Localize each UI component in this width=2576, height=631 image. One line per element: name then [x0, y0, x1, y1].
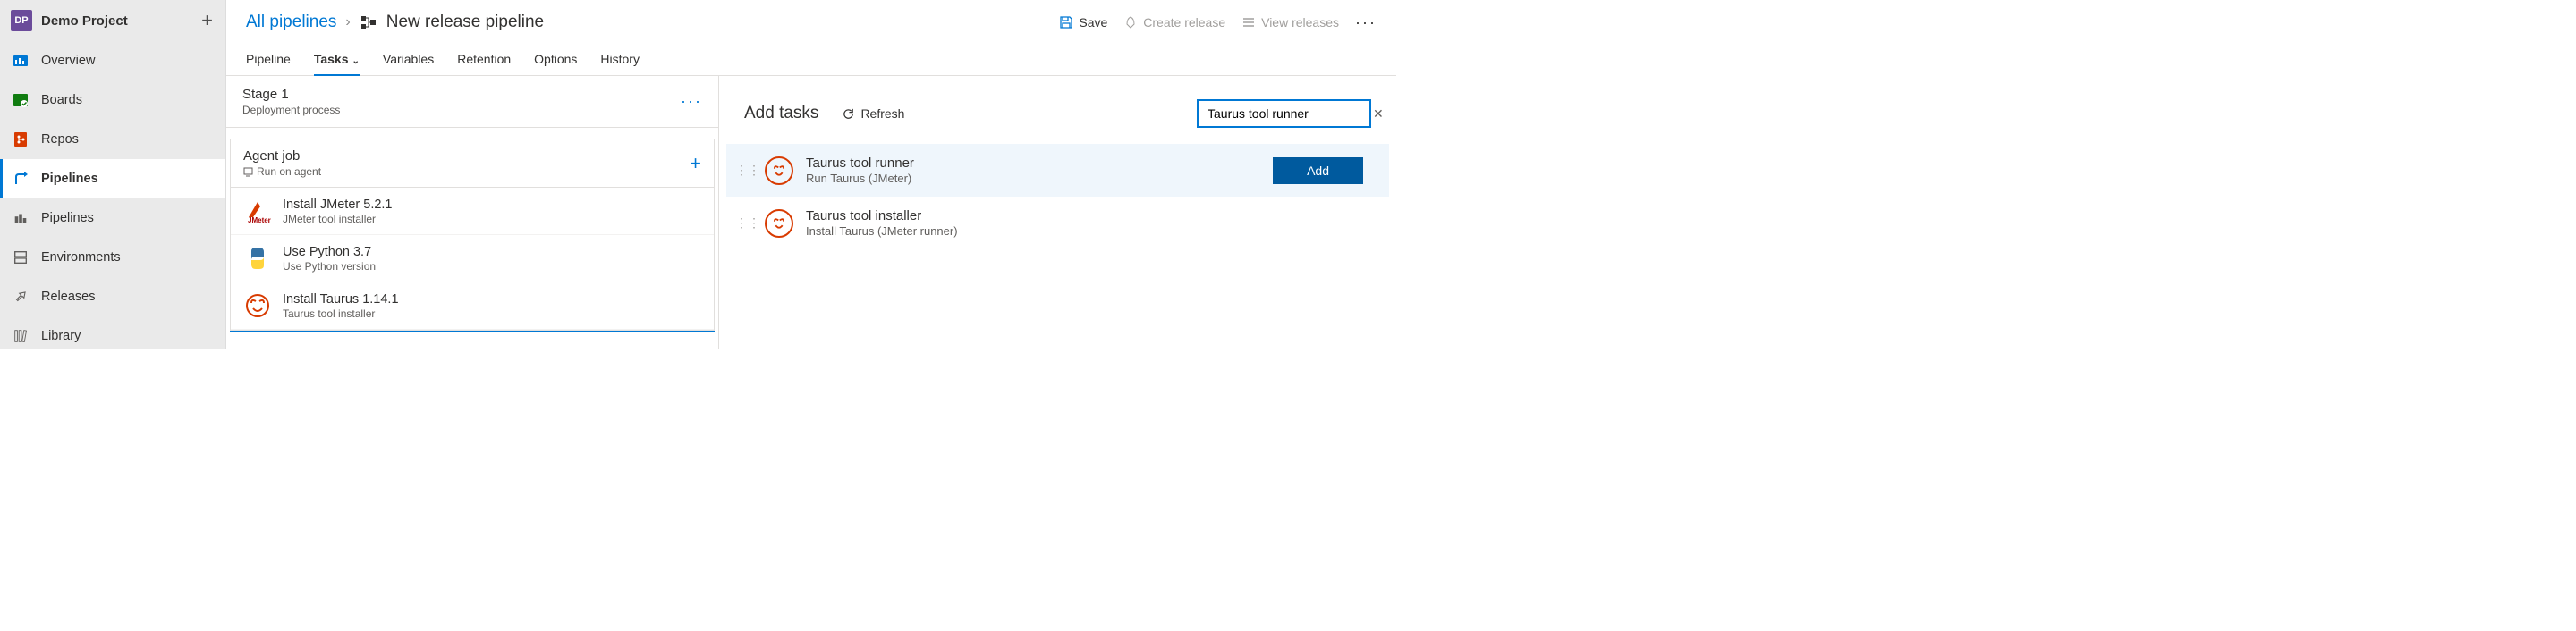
chevron-down-icon: ⌄	[352, 56, 360, 66]
tab-pipeline[interactable]: Pipeline	[246, 45, 291, 75]
python-icon	[243, 244, 272, 273]
sidebar-item-releases[interactable]: Releases	[0, 277, 225, 316]
save-icon	[1059, 15, 1073, 29]
view-releases-button: View releases	[1241, 15, 1339, 29]
save-button[interactable]: Save	[1059, 15, 1107, 29]
agent-sub-label: Run on agent	[257, 165, 321, 178]
agent-icon	[243, 167, 253, 177]
sidebar-item-overview[interactable]: Overview	[0, 41, 225, 80]
tab-options[interactable]: Options	[534, 45, 577, 75]
save-label: Save	[1079, 15, 1107, 29]
sidebar-item-label: Repos	[41, 132, 79, 147]
tab-tasks-label: Tasks	[314, 52, 349, 66]
page-title: New release pipeline	[386, 13, 544, 32]
stage-title: Stage 1	[242, 87, 340, 102]
breadcrumb-root[interactable]: All pipelines	[246, 13, 336, 32]
create-release-label: Create release	[1143, 15, 1225, 29]
refresh-label: Refresh	[860, 106, 904, 121]
sidebar-item-label: Library	[41, 329, 80, 343]
svg-text:JMeter: JMeter	[248, 216, 271, 224]
sidebar-item-environments[interactable]: Environments	[0, 238, 225, 277]
stage-subtitle: Deployment process	[242, 104, 340, 116]
project-badge: DP	[11, 10, 32, 31]
clear-search-button[interactable]: ✕	[1369, 106, 1387, 122]
main-content: All pipelines › New release pipeline Sav…	[226, 0, 1396, 349]
breadcrumb-bar: All pipelines › New release pipeline Sav…	[226, 0, 1396, 39]
agent-job-header[interactable]: Agent job Run on agent +	[231, 139, 714, 188]
add-button[interactable]: Add	[1273, 157, 1363, 184]
task-result-installer[interactable]: ⋮⋮ Taurus tool installer Install Taurus …	[726, 197, 1389, 249]
releases-icon	[11, 287, 30, 307]
sidebar-item-pipelines-sub[interactable]: Pipelines	[0, 198, 225, 238]
refresh-button[interactable]: Refresh	[842, 106, 904, 121]
view-releases-label: View releases	[1261, 15, 1339, 29]
search-input[interactable]	[1208, 106, 1369, 121]
task-title: Install Taurus 1.14.1	[283, 292, 399, 307]
breadcrumb-separator: ›	[345, 14, 350, 30]
add-task-button[interactable]: +	[690, 152, 701, 175]
task-title: Install JMeter 5.2.1	[283, 198, 393, 212]
tab-tasks[interactable]: Tasks⌄	[314, 45, 360, 75]
sidebar-item-label: Releases	[41, 290, 95, 304]
task-result-runner[interactable]: ⋮⋮ Taurus tool runner Run Taurus (JMeter…	[726, 144, 1389, 197]
environments-icon	[11, 248, 30, 267]
drag-handle-icon[interactable]: ⋮⋮	[743, 163, 752, 178]
project-header: DP Demo Project +	[0, 0, 225, 41]
add-tasks-title: Add tasks	[744, 104, 818, 123]
result-title: Taurus tool installer	[806, 208, 1363, 223]
agent-job: Agent job Run on agent + JMeter	[230, 139, 715, 331]
pipelines-sub-icon	[11, 208, 30, 228]
boards-icon	[11, 90, 30, 110]
create-release-button: Create release	[1123, 15, 1225, 29]
repos-icon	[11, 130, 30, 149]
tab-retention[interactable]: Retention	[457, 45, 511, 75]
task-subtitle: Taurus tool installer	[283, 307, 399, 320]
result-title: Taurus tool runner	[806, 156, 1260, 171]
tab-history[interactable]: History	[600, 45, 640, 75]
project-name[interactable]: Demo Project	[41, 13, 128, 29]
overview-icon	[11, 51, 30, 71]
sidebar-item-repos[interactable]: Repos	[0, 120, 225, 159]
stage-more-button[interactable]: ···	[681, 92, 702, 111]
sidebar-item-pipelines[interactable]: Pipelines	[0, 159, 225, 198]
sidebar-item-library[interactable]: Library	[0, 316, 225, 356]
refresh-icon	[842, 107, 855, 121]
drag-handle-icon[interactable]: ⋮⋮	[743, 215, 752, 231]
sidebar-item-label: Overview	[41, 54, 95, 68]
sidebar-item-label: Environments	[41, 250, 121, 265]
sidebar-item-label: Pipelines	[41, 172, 98, 186]
agent-job-subtitle: Run on agent	[243, 165, 321, 178]
agent-job-title: Agent job	[243, 148, 321, 164]
pipeline-type-icon	[360, 13, 377, 31]
library-icon	[11, 326, 30, 346]
task-title: Use Python 3.7	[283, 245, 376, 259]
pipelines-icon	[11, 169, 30, 189]
more-actions-button[interactable]: ···	[1355, 13, 1377, 32]
task-subtitle: Use Python version	[283, 260, 376, 273]
sidebar-item-label: Pipelines	[41, 211, 94, 225]
taurus-icon	[765, 209, 793, 238]
taurus-icon	[765, 156, 793, 185]
stage-header[interactable]: Stage 1 Deployment process ···	[226, 76, 718, 128]
task-item-python[interactable]: Use Python 3.7 Use Python version	[231, 235, 714, 282]
result-subtitle: Run Taurus (JMeter)	[806, 172, 1260, 185]
selection-indicator	[230, 331, 715, 332]
jmeter-icon: JMeter	[243, 197, 272, 225]
rocket-icon	[1123, 15, 1138, 29]
new-project-button[interactable]: +	[201, 9, 213, 32]
tab-variables[interactable]: Variables	[383, 45, 434, 75]
task-item-taurus[interactable]: Install Taurus 1.14.1 Taurus tool instal…	[231, 282, 714, 330]
list-icon	[1241, 15, 1256, 29]
result-subtitle: Install Taurus (JMeter runner)	[806, 224, 1363, 238]
task-item-jmeter[interactable]: JMeter Install JMeter 5.2.1 JMeter tool …	[231, 188, 714, 235]
tasks-pane: Stage 1 Deployment process ··· Agent job…	[226, 76, 719, 349]
task-subtitle: JMeter tool installer	[283, 213, 393, 225]
sidebar-item-label: Boards	[41, 93, 82, 107]
tabs: Pipeline Tasks⌄ Variables Retention Opti…	[226, 39, 1396, 76]
search-box[interactable]: ✕	[1197, 99, 1371, 128]
sidebar: DP Demo Project + Overview Boards Repos	[0, 0, 226, 349]
sidebar-item-boards[interactable]: Boards	[0, 80, 225, 120]
add-tasks-pane: Add tasks Refresh ✕ ⋮⋮	[719, 76, 1396, 349]
taurus-icon	[243, 291, 272, 320]
